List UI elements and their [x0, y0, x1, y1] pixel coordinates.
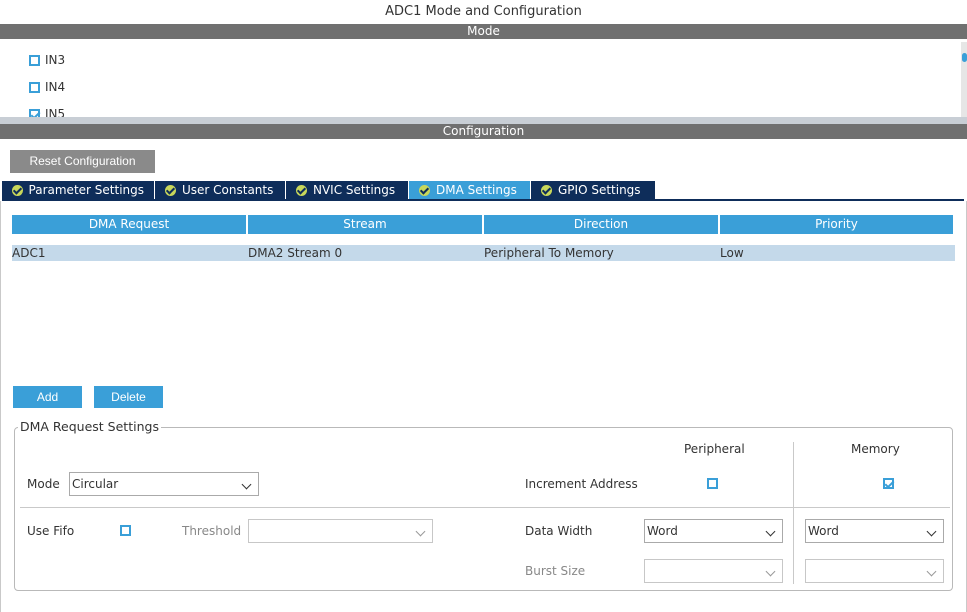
- cell-priority: Low: [720, 246, 744, 260]
- threshold-select[interactable]: [248, 519, 433, 543]
- chevron-down-icon: [926, 526, 937, 537]
- column-header-dma-request[interactable]: DMA Request: [12, 215, 246, 234]
- channel-in5[interactable]: IN5: [29, 106, 65, 117]
- reset-configuration-button[interactable]: Reset Configuration: [10, 150, 155, 173]
- add-button[interactable]: Add: [13, 386, 82, 408]
- channel-in3-label: IN3: [45, 53, 66, 67]
- channel-in4-label: IN4: [45, 80, 66, 94]
- column-divider: [793, 442, 794, 584]
- mode-select[interactable]: Circular: [69, 472, 259, 496]
- data-width-peripheral-select[interactable]: Word: [644, 519, 783, 543]
- memory-header: Memory: [851, 442, 900, 456]
- increment-address-label: Increment Address: [525, 477, 638, 491]
- channel-in3-checkbox[interactable]: [29, 54, 40, 66]
- burst-size-peripheral-select[interactable]: [644, 559, 783, 583]
- chevron-down-icon: [926, 566, 937, 577]
- dma-request-settings-legend: DMA Request Settings: [18, 419, 161, 434]
- check-circle-icon: [296, 184, 307, 196]
- mode-section-header: Mode: [0, 24, 967, 39]
- use-fifo-checkbox[interactable]: [119, 525, 131, 536]
- window-title: ADC1 Mode and Configuration: [385, 4, 582, 19]
- column-header-priority[interactable]: Priority: [720, 215, 953, 234]
- chevron-down-icon: [415, 526, 426, 537]
- check-circle-icon: [165, 184, 176, 196]
- burst-size-label: Burst Size: [525, 564, 586, 578]
- mode-select-value: Circular: [72, 477, 119, 491]
- tab-label: Parameter Settings: [28, 183, 144, 197]
- cell-direction: Peripheral To Memory: [484, 246, 614, 260]
- row-divider: [20, 507, 950, 508]
- tab-gpio-settings[interactable]: GPIO Settings: [531, 181, 655, 199]
- data-width-label: Data Width: [525, 524, 593, 538]
- channel-in5-label: IN5: [45, 107, 66, 117]
- increment-peripheral-checkbox[interactable]: [707, 478, 718, 489]
- column-header-direction[interactable]: Direction: [484, 215, 718, 234]
- data-width-memory-select[interactable]: Word: [805, 519, 944, 543]
- channel-in5-checkbox[interactable]: [29, 108, 40, 117]
- column-header-stream[interactable]: Stream: [248, 215, 482, 234]
- tab-label: NVIC Settings: [313, 183, 396, 197]
- cell-stream: DMA2 Stream 0: [248, 246, 343, 260]
- mode-scrollbar-thumb[interactable]: [962, 53, 967, 62]
- threshold-label: Threshold: [182, 524, 242, 538]
- check-circle-icon: [419, 184, 430, 196]
- data-width-peripheral-value: Word: [647, 524, 678, 538]
- chevron-down-icon: [765, 566, 776, 577]
- channel-in4-checkbox[interactable]: [29, 81, 40, 93]
- tab-nvic-settings[interactable]: NVIC Settings: [286, 181, 408, 199]
- table-header: DMA Request Stream Direction Priority: [12, 215, 955, 234]
- tab-label: User Constants: [182, 183, 274, 197]
- chevron-down-icon: [765, 526, 776, 537]
- tab-user-constants[interactable]: User Constants: [155, 181, 285, 199]
- channel-in4[interactable]: IN4: [29, 79, 65, 95]
- check-circle-icon: [12, 184, 23, 196]
- channel-in3[interactable]: IN3: [29, 52, 65, 68]
- table-row[interactable]: ADC1 DMA2 Stream 0 Peripheral To Memory …: [12, 245, 955, 261]
- tab-underline: [2, 199, 964, 201]
- settings-tabs: Parameter Settings User Constants NVIC S…: [2, 181, 656, 199]
- data-width-memory-value: Word: [808, 524, 839, 538]
- chevron-down-icon: [241, 479, 252, 490]
- increment-memory-checkbox[interactable]: [882, 478, 894, 489]
- cell-dma-request: ADC1: [12, 246, 46, 260]
- dma-request-table: DMA Request Stream Direction Priority AD…: [12, 215, 955, 261]
- panel-splitter[interactable]: [0, 117, 967, 124]
- burst-size-memory-select[interactable]: [805, 559, 944, 583]
- tab-parameter-settings[interactable]: Parameter Settings: [2, 181, 154, 199]
- configuration-section-header: Configuration: [0, 124, 967, 139]
- peripheral-header: Peripheral: [684, 442, 745, 456]
- check-circle-icon: [541, 184, 552, 196]
- tab-label: DMA Settings: [436, 183, 517, 197]
- delete-button[interactable]: Delete: [94, 386, 163, 408]
- mode-panel: IN3 IN4 IN5: [0, 39, 967, 117]
- use-fifo-label: Use Fifo: [27, 524, 75, 538]
- mode-label: Mode: [27, 477, 60, 491]
- tab-dma-settings[interactable]: DMA Settings: [409, 181, 530, 199]
- tab-label: GPIO Settings: [558, 183, 641, 197]
